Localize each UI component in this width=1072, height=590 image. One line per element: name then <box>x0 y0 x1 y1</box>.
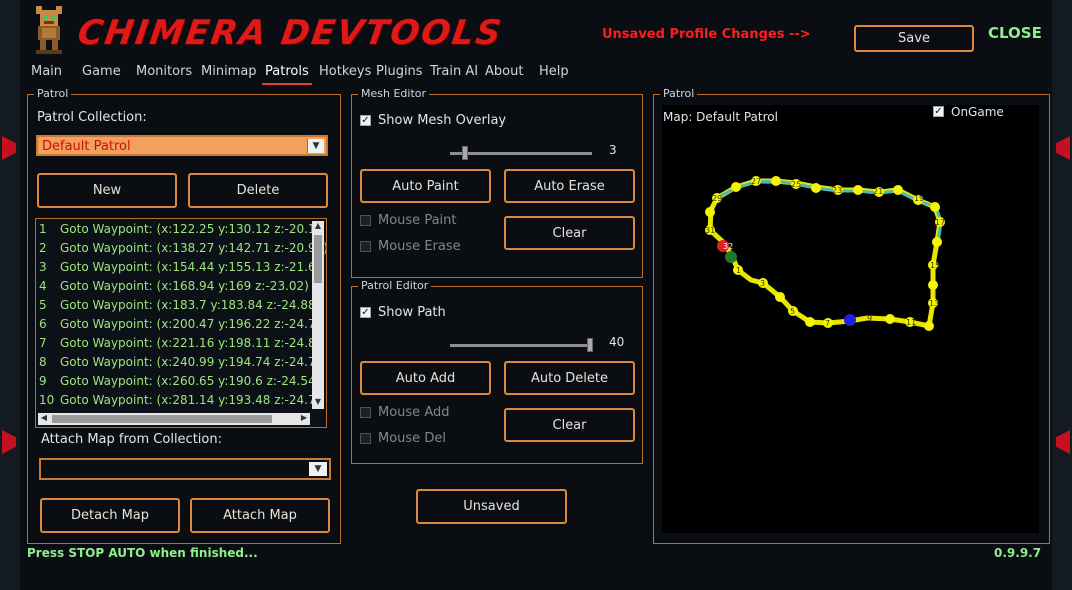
scroll-left-icon[interactable]: ◀ <box>38 413 50 425</box>
left-frame-rail <box>0 0 21 590</box>
waypoint-list[interactable]: 1 Goto Waypoint: (x:122.25 y:130.12 z:-20… <box>35 218 327 428</box>
waypoint-text: Goto Waypoint: (x:221.16 y:198.11 z:-24.… <box>60 336 321 350</box>
waypoint-text: Goto Waypoint: (x:260.65 y:190.6 z:-24.5… <box>60 374 321 388</box>
attach-map-select[interactable]: ▼ <box>39 458 331 480</box>
show-path-label: Show Path <box>378 305 446 320</box>
ongame-label: OnGame <box>951 105 1004 119</box>
frame-accent <box>1056 136 1070 160</box>
frame-accent <box>2 430 16 454</box>
version-label: 0.9.9.7 <box>994 546 1042 560</box>
auto-delete-button[interactable]: Auto Delete <box>504 361 635 395</box>
patrol-group-title: Patrol <box>34 87 72 100</box>
scrollbar-thumb[interactable] <box>314 235 322 283</box>
tab-patrols[interactable]: Patrols <box>262 64 312 85</box>
scroll-down-icon[interactable]: ▼ <box>312 397 324 409</box>
auto-paint-button[interactable]: Auto Paint <box>360 169 491 203</box>
waypoint-text: Goto Waypoint: (x:168.94 y:169 z:-23.02) <box>60 279 309 293</box>
mouse-paint-label: Mouse Paint <box>378 213 457 228</box>
waypoint-number: 9 <box>39 374 47 388</box>
mouse-add-label: Mouse Add <box>378 405 450 420</box>
mouse-del-label: Mouse Del <box>378 431 446 446</box>
tab-plugins[interactable]: Plugins <box>376 64 423 83</box>
mesh-brush-slider[interactable] <box>450 152 592 155</box>
app-window: CHIMERA DEVTOOLS Unsaved Profile Changes… <box>0 0 1072 590</box>
waypoint-text: Goto Waypoint: (x:138.27 y:142.71 z:-20.… <box>60 241 327 255</box>
unsaved-button[interactable]: Unsaved <box>416 489 567 524</box>
waypoint-number: 8 <box>39 355 47 369</box>
status-message: Press STOP AUTO when finished... <box>27 546 258 560</box>
waypoint-text: Goto Waypoint: (x:183.7 y:183.84 z:-24.8… <box>60 298 321 312</box>
scroll-up-icon[interactable]: ▲ <box>312 221 324 233</box>
new-patrol-button[interactable]: New <box>37 173 177 208</box>
waypoint-number: 5 <box>39 298 47 312</box>
show-mesh-overlay-checkbox[interactable]: ✓ <box>360 115 371 126</box>
tab-minimap[interactable]: Minimap <box>201 64 257 83</box>
tab-main[interactable]: Main <box>31 64 62 83</box>
show-path-checkbox[interactable]: ✓ <box>360 307 371 318</box>
right-frame-rail <box>1051 0 1072 590</box>
tab-help[interactable]: Help <box>539 64 569 83</box>
tab-bar: Main Game Monitors Minimap Patrols Hotke… <box>20 64 1052 86</box>
waypoint-number: 7 <box>39 336 47 350</box>
frame-accent <box>1056 430 1070 454</box>
patrol-map-canvas[interactable] <box>662 105 1039 533</box>
ongame-checkbox[interactable]: ✓ <box>933 106 944 117</box>
waypoint-number: 2 <box>39 241 47 255</box>
attach-map-label: Attach Map from Collection: <box>41 432 222 447</box>
mouse-erase-checkbox[interactable] <box>360 241 371 252</box>
waypoint-text: Goto Waypoint: (x:240.99 y:194.74 z:-24.… <box>60 355 324 369</box>
auto-add-button[interactable]: Auto Add <box>360 361 491 395</box>
mesh-editor-title: Mesh Editor <box>358 87 430 100</box>
mouse-paint-checkbox[interactable] <box>360 215 371 226</box>
waypoint-number: 1 <box>39 222 47 236</box>
main-area: CHIMERA DEVTOOLS Unsaved Profile Changes… <box>20 0 1052 590</box>
frame-accent <box>2 136 16 160</box>
patrol-clear-button[interactable]: Clear <box>504 408 635 442</box>
tab-game[interactable]: Game <box>82 64 121 83</box>
tab-hotkeys[interactable]: Hotkeys <box>319 64 371 83</box>
mesh-clear-button[interactable]: Clear <box>504 216 635 250</box>
patrol-slider-thumb[interactable] <box>587 338 593 352</box>
delete-patrol-button[interactable]: Delete <box>188 173 328 208</box>
close-button[interactable]: CLOSE <box>988 24 1042 42</box>
unsaved-changes-message: Unsaved Profile Changes --> <box>602 27 811 42</box>
app-title: CHIMERA DEVTOOLS <box>75 13 506 53</box>
patrol-slider-value: 40 <box>609 335 625 349</box>
mesh-slider-thumb[interactable] <box>462 146 468 160</box>
waypoint-text: Goto Waypoint: (x:200.47 y:196.22 z:-24.… <box>60 317 324 331</box>
patrol-slider[interactable] <box>450 344 592 347</box>
waypoint-number: 4 <box>39 279 47 293</box>
mouse-del-checkbox[interactable] <box>360 433 371 444</box>
scrollbar-thumb[interactable] <box>52 415 272 423</box>
mouse-erase-label: Mouse Erase <box>378 239 461 254</box>
chevron-down-icon[interactable]: ▼ <box>307 139 324 153</box>
list-vertical-scrollbar[interactable]: ▲ ▼ <box>312 221 324 409</box>
save-button[interactable]: Save <box>854 25 974 52</box>
tab-train-ai[interactable]: Train AI <box>430 64 478 83</box>
map-name-label: Map: Default Patrol <box>663 110 778 124</box>
patrol-editor-title: Patrol Editor <box>358 279 432 292</box>
waypoint-number: 6 <box>39 317 47 331</box>
patrol-collection-label: Patrol Collection: <box>37 110 147 125</box>
map-group-title: Patrol <box>660 87 698 100</box>
waypoint-text: Goto Waypoint: (x:122.25 y:130.12 z:-20.… <box>60 222 321 236</box>
patrol-collection-select[interactable]: Default Patrol ▼ <box>36 135 328 156</box>
mesh-slider-value: 3 <box>609 143 617 157</box>
detach-map-button[interactable]: Detach Map <box>40 498 180 533</box>
waypoint-text: Goto Waypoint: (x:154.44 y:155.13 z:-21.… <box>60 260 324 274</box>
list-horizontal-scrollbar[interactable]: ◀ ▶ <box>38 413 310 425</box>
chimera-logo-icon <box>36 6 62 54</box>
auto-erase-button[interactable]: Auto Erase <box>504 169 635 203</box>
show-mesh-overlay-label: Show Mesh Overlay <box>378 113 507 128</box>
waypoint-number: 10 <box>39 393 55 407</box>
patrol-collection-value: Default Patrol <box>42 139 131 154</box>
waypoint-number: 3 <box>39 260 47 274</box>
waypoint-text: Goto Waypoint: (x:281.14 y:193.48 z:-24.… <box>60 393 324 407</box>
chevron-down-icon[interactable]: ▼ <box>309 462 327 476</box>
mouse-add-checkbox[interactable] <box>360 407 371 418</box>
tab-monitors[interactable]: Monitors <box>136 64 192 83</box>
scroll-right-icon[interactable]: ▶ <box>298 413 310 425</box>
tab-about[interactable]: About <box>485 64 523 83</box>
attach-map-button[interactable]: Attach Map <box>190 498 330 533</box>
